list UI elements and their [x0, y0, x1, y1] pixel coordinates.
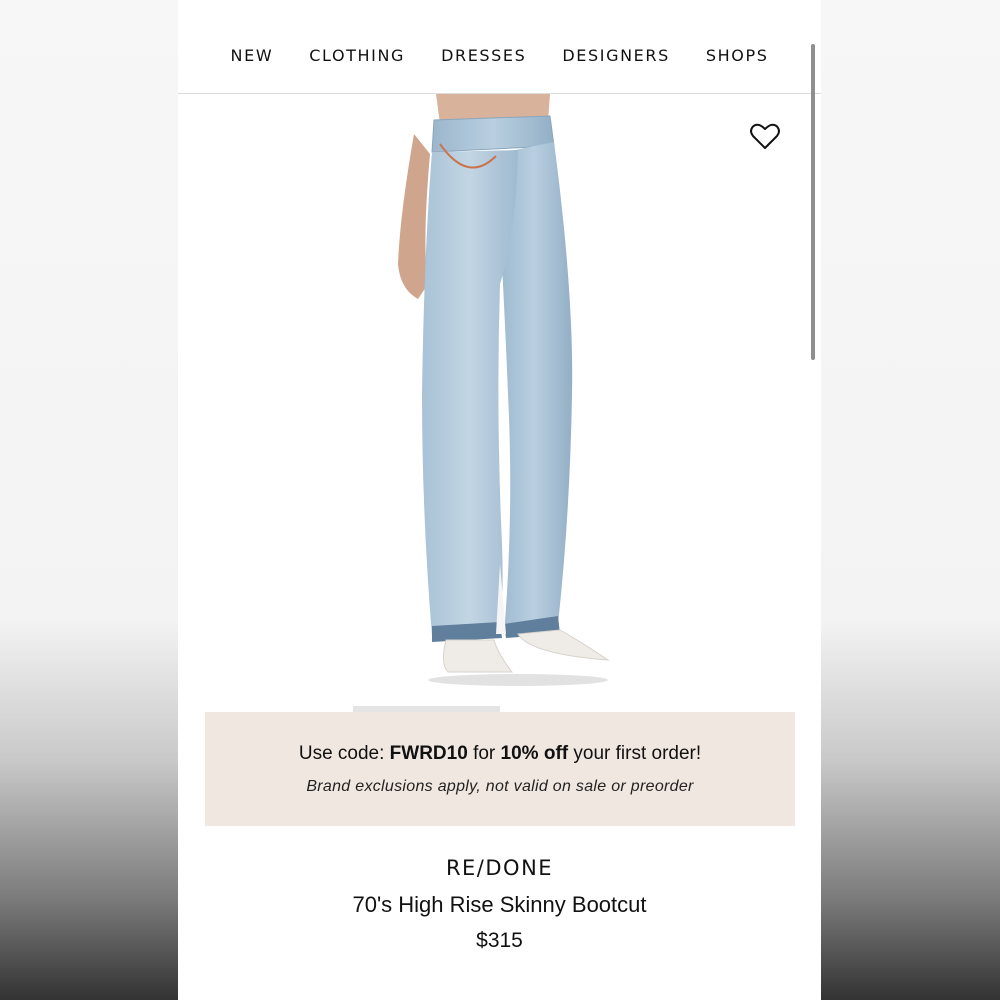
product-price: $315 [476, 929, 523, 952]
promo-banner: Use code: FWRD10 for 10% off your first … [205, 712, 795, 826]
background-left [0, 0, 178, 1000]
nav-item-new[interactable]: NEW [231, 46, 274, 65]
promo-discount: 10% off [500, 743, 569, 764]
top-nav: NEW CLOTHING DRESSES DESIGNERS SHOPS [178, 0, 821, 94]
promo-note: Brand exclusions apply, not valid on sal… [306, 778, 694, 795]
product-name: 70's High Rise Skinny Bootcut [352, 892, 647, 917]
product-image[interactable] [178, 94, 821, 694]
product-page: NEW CLOTHING DRESSES DESIGNERS SHOPS Use… [178, 0, 821, 1000]
wishlist-heart-icon[interactable] [750, 122, 780, 150]
nav-item-dresses[interactable]: DRESSES [441, 46, 526, 65]
promo-code: FWRD10 [389, 743, 468, 764]
nav-item-designers[interactable]: DESIGNERS [562, 46, 669, 65]
promo-middle: for [467, 743, 501, 764]
product-brand[interactable]: RE/DONE [178, 856, 821, 880]
promo-code-text: Use code: FWRD10 for 10% off your first … [205, 743, 795, 765]
nav-item-clothing[interactable]: CLOTHING [309, 46, 405, 65]
promo-prefix: Use code: [298, 743, 390, 764]
nav-item-shops[interactable]: SHOPS [706, 46, 769, 65]
background-right [820, 0, 1000, 1000]
promo-suffix: your first order! [568, 743, 702, 764]
